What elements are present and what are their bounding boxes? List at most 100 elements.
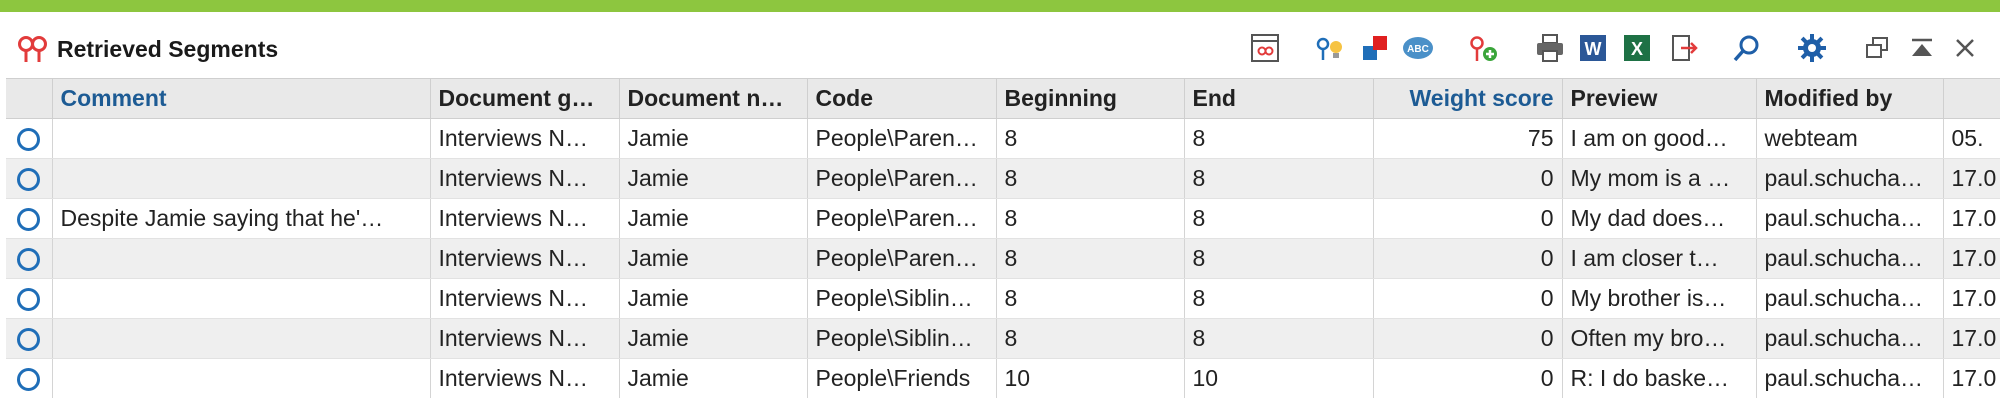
column-header-modified-by[interactable]: Modified by [1756, 79, 1943, 119]
row-select-cell[interactable] [6, 279, 52, 319]
svg-text:ABC: ABC [1407, 44, 1429, 55]
column-header-document-name[interactable]: Document n… [619, 79, 807, 119]
print-icon[interactable] [1530, 28, 1570, 68]
cell-modified-by: paul.schucha… [1756, 199, 1943, 239]
cell-document-group: Interviews N… [430, 119, 619, 159]
spellcheck-icon[interactable]: ABC [1398, 28, 1438, 68]
row-marker-circle-icon[interactable] [17, 328, 40, 351]
window-accent-bar [0, 0, 2000, 12]
cell-beginning: 10 [996, 359, 1184, 398]
cell-code: People\Paren… [807, 199, 996, 239]
cell-end: 8 [1184, 239, 1373, 279]
cell-beginning: 8 [996, 319, 1184, 359]
table-row[interactable]: Interviews N…JamiePeople\Friends10100R: … [6, 359, 2000, 398]
row-select-cell[interactable] [6, 239, 52, 279]
row-marker-circle-icon[interactable] [17, 208, 40, 231]
table-row[interactable]: Interviews N…JamiePeople\Paren…880My mom… [6, 159, 2000, 199]
search-icon[interactable] [1727, 28, 1767, 68]
cell-end: 8 [1184, 279, 1373, 319]
table-row[interactable]: Interviews N…JamiePeople\Paren…880I am c… [6, 239, 2000, 279]
row-marker-circle-icon[interactable] [17, 168, 40, 191]
cell-preview: My mom is a … [1562, 159, 1756, 199]
row-marker-circle-icon[interactable] [17, 248, 40, 271]
row-select-cell[interactable] [6, 159, 52, 199]
close-icon[interactable] [1945, 28, 1985, 68]
color-code-icon[interactable] [1355, 28, 1395, 68]
cell-comment [52, 359, 430, 398]
cell-comment [52, 159, 430, 199]
table-row[interactable]: Interviews N…JamiePeople\Siblin…880Often… [6, 319, 2000, 359]
cell-document-group: Interviews N… [430, 199, 619, 239]
cell-modified-by: paul.schucha… [1756, 239, 1943, 279]
cell-modified: 05. [1943, 119, 2000, 159]
column-header-preview[interactable]: Preview [1562, 79, 1756, 119]
cell-code: People\Paren… [807, 119, 996, 159]
settings-icon[interactable] [1792, 28, 1832, 68]
collapse-icon[interactable] [1902, 28, 1942, 68]
cell-beginning: 8 [996, 159, 1184, 199]
cell-weight-score: 75 [1373, 119, 1562, 159]
column-header-beginning[interactable]: Beginning [996, 79, 1184, 119]
cell-weight-score: 0 [1373, 239, 1562, 279]
table-row[interactable]: Interviews N…JamiePeople\Siblin…880My br… [6, 279, 2000, 319]
table-header: Comment Document g… Document n… Code Beg… [6, 79, 2000, 119]
cell-end: 8 [1184, 119, 1373, 159]
row-marker-circle-icon[interactable] [17, 368, 40, 391]
word-export-icon[interactable]: W [1573, 28, 1613, 68]
cell-preview: My brother is… [1562, 279, 1756, 319]
smart-coding-icon[interactable] [1310, 28, 1350, 68]
cell-weight-score: 0 [1373, 359, 1562, 398]
row-marker-circle-icon[interactable] [17, 288, 40, 311]
svg-text:W: W [1585, 39, 1602, 59]
cell-preview: I am closer t… [1562, 239, 1756, 279]
cell-preview: I am on good… [1562, 119, 1756, 159]
cell-code: People\Friends [807, 359, 996, 398]
column-header-comment[interactable]: Comment [52, 79, 430, 119]
cell-preview: My dad does… [1562, 199, 1756, 239]
cell-code: People\Siblin… [807, 279, 996, 319]
cell-end: 8 [1184, 319, 1373, 359]
cell-modified-by: paul.schucha… [1756, 159, 1943, 199]
column-header-document-group[interactable]: Document g… [430, 79, 619, 119]
cell-preview: Often my bro… [1562, 319, 1756, 359]
column-header-modified[interactable] [1943, 79, 2000, 119]
cell-modified: 17.0 [1943, 199, 2000, 239]
cell-beginning: 8 [996, 279, 1184, 319]
cell-modified-by: paul.schucha… [1756, 359, 1943, 398]
cell-document-name: Jamie [619, 319, 807, 359]
table-row[interactable]: Despite Jamie saying that he'…Interviews… [6, 199, 2000, 239]
table-row[interactable]: Interviews N…JamiePeople\Paren…8875I am … [6, 119, 2000, 159]
row-select-cell[interactable] [6, 359, 52, 398]
column-header-code[interactable]: Code [807, 79, 996, 119]
svg-text:X: X [1631, 39, 1643, 59]
cell-modified-by: webteam [1756, 119, 1943, 159]
code-overview-icon[interactable] [1245, 28, 1285, 68]
column-header-weight-score[interactable]: Weight score [1373, 79, 1562, 119]
retrieved-segments-table: Comment Document g… Document n… Code Beg… [6, 78, 2000, 398]
cell-weight-score: 0 [1373, 199, 1562, 239]
export-icon[interactable] [1664, 28, 1704, 68]
row-select-cell[interactable] [6, 119, 52, 159]
cell-end: 8 [1184, 199, 1373, 239]
select-column-header[interactable] [6, 79, 52, 119]
undock-icon[interactable] [1857, 28, 1897, 68]
row-select-cell[interactable] [6, 199, 52, 239]
cell-modified: 17.0 [1943, 239, 2000, 279]
cell-beginning: 8 [996, 119, 1184, 159]
cell-beginning: 8 [996, 199, 1184, 239]
row-select-cell[interactable] [6, 319, 52, 359]
cell-end: 8 [1184, 159, 1373, 199]
add-code-icon[interactable] [1463, 28, 1503, 68]
cell-document-name: Jamie [619, 239, 807, 279]
row-marker-circle-icon[interactable] [17, 128, 40, 151]
cell-modified-by: paul.schucha… [1756, 319, 1943, 359]
title-bar: Retrieved Segments ABC W X [0, 12, 2000, 78]
cell-modified: 17.0 [1943, 359, 2000, 398]
excel-export-icon[interactable]: X [1617, 28, 1657, 68]
cell-preview: R: I do baske… [1562, 359, 1756, 398]
cell-weight-score: 0 [1373, 159, 1562, 199]
column-header-end[interactable]: End [1184, 79, 1373, 119]
cell-modified: 17.0 [1943, 159, 2000, 199]
cell-comment [52, 319, 430, 359]
retrieved-segments-icon [16, 31, 50, 65]
